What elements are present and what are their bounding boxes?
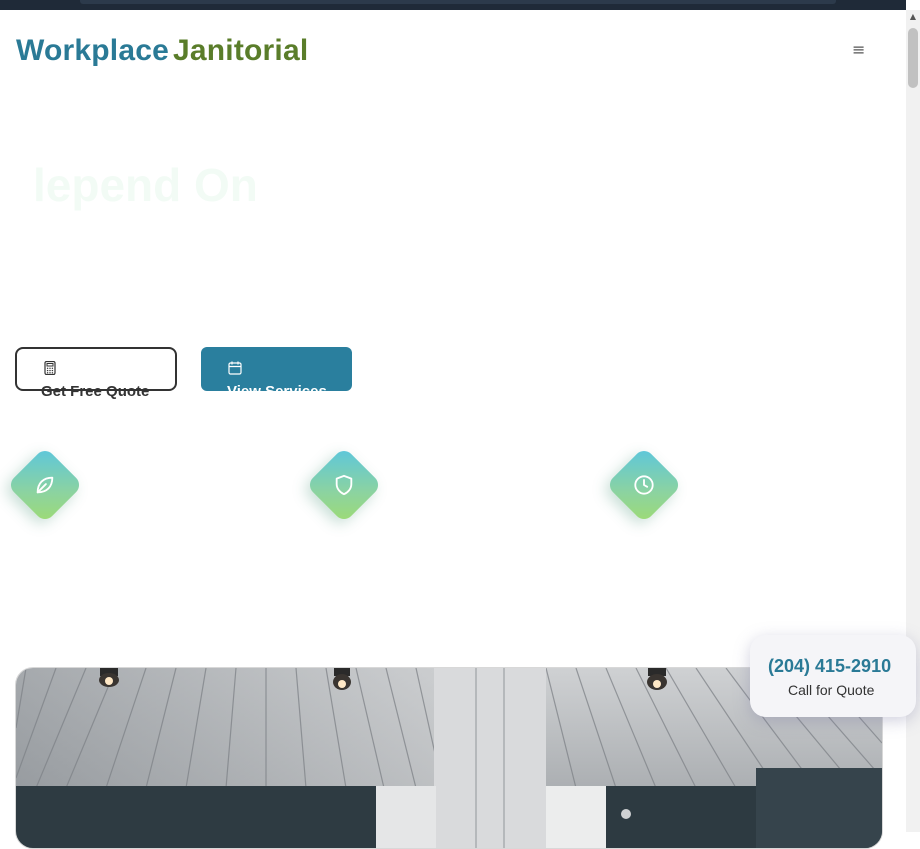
- view-services-button[interactable]: View Services: [201, 347, 352, 391]
- site-logo[interactable]: Workplace Janitorial: [16, 34, 308, 68]
- top-strip-bar: [80, 0, 836, 4]
- get-free-quote-label: Get Free Quote: [41, 383, 150, 400]
- hero-headline: lepend On: [33, 159, 258, 211]
- logo-word-workplace: Workplace: [16, 34, 169, 67]
- leaf-icon: [36, 476, 54, 494]
- shield-icon: [335, 474, 353, 496]
- call-for-quote-label: Call for Quote: [788, 682, 875, 698]
- calculator-icon: [44, 361, 56, 375]
- hamburger-menu-icon[interactable]: ≡: [852, 40, 870, 60]
- call-for-quote-card[interactable]: (204) 415-2910 Call for Quote: [750, 635, 916, 717]
- get-free-quote-button[interactable]: Get Free Quote: [15, 347, 177, 400]
- phone-number-link[interactable]: (204) 415-2910: [768, 656, 891, 677]
- scroll-up-arrow-icon[interactable]: ▲: [906, 10, 920, 24]
- scrollbar-thumb[interactable]: [908, 28, 918, 88]
- clock-icon: [634, 475, 654, 495]
- logo-word-janitorial: Janitorial: [172, 34, 309, 67]
- calendar-icon: [228, 361, 242, 375]
- view-services-label: View Services: [227, 383, 327, 391]
- browser-top-strip: [0, 0, 906, 10]
